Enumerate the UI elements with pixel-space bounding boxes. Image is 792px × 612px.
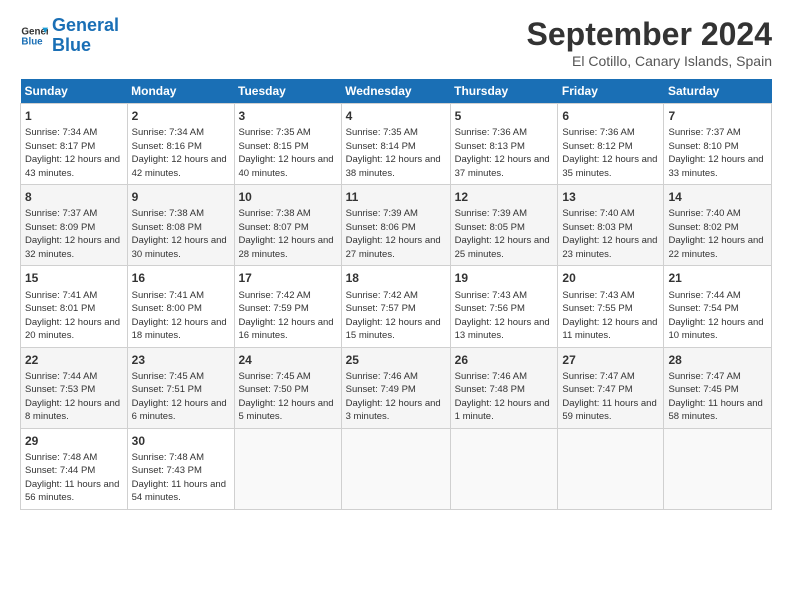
table-row: 6 Sunrise: 7:36 AMSunset: 8:12 PMDayligh… <box>558 104 664 185</box>
table-row: 9 Sunrise: 7:38 AMSunset: 8:08 PMDayligh… <box>127 185 234 266</box>
table-row: 12 Sunrise: 7:39 AMSunset: 8:05 PMDaylig… <box>450 185 558 266</box>
table-row <box>450 428 558 509</box>
table-row: 2 Sunrise: 7:34 AMSunset: 8:16 PMDayligh… <box>127 104 234 185</box>
table-row: 5 Sunrise: 7:36 AMSunset: 8:13 PMDayligh… <box>450 104 558 185</box>
header-friday: Friday <box>558 79 664 104</box>
header-saturday: Saturday <box>664 79 772 104</box>
table-row: 8 Sunrise: 7:37 AMSunset: 8:09 PMDayligh… <box>21 185 128 266</box>
table-row: 11 Sunrise: 7:39 AMSunset: 8:06 PMDaylig… <box>341 185 450 266</box>
calendar-table: Sunday Monday Tuesday Wednesday Thursday… <box>20 79 772 510</box>
table-row <box>664 428 772 509</box>
month-title: September 2024 <box>527 16 772 53</box>
table-row: 20 Sunrise: 7:43 AMSunset: 7:55 PMDaylig… <box>558 266 664 347</box>
header: General Blue GeneralBlue September 2024 … <box>20 16 772 69</box>
table-row: 7 Sunrise: 7:37 AMSunset: 8:10 PMDayligh… <box>664 104 772 185</box>
header-sunday: Sunday <box>21 79 128 104</box>
calendar-row-1: 1 Sunrise: 7:34 AMSunset: 8:17 PMDayligh… <box>21 104 772 185</box>
calendar-row-3: 15 Sunrise: 7:41 AMSunset: 8:01 PMDaylig… <box>21 266 772 347</box>
header-monday: Monday <box>127 79 234 104</box>
table-row <box>341 428 450 509</box>
header-tuesday: Tuesday <box>234 79 341 104</box>
table-row: 22 Sunrise: 7:44 AMSunset: 7:53 PMDaylig… <box>21 347 128 428</box>
table-row <box>234 428 341 509</box>
logo-icon: General Blue <box>20 22 48 50</box>
table-row: 17 Sunrise: 7:42 AMSunset: 7:59 PMDaylig… <box>234 266 341 347</box>
page: General Blue GeneralBlue September 2024 … <box>0 0 792 612</box>
table-row: 1 Sunrise: 7:34 AMSunset: 8:17 PMDayligh… <box>21 104 128 185</box>
table-row: 14 Sunrise: 7:40 AMSunset: 8:02 PMDaylig… <box>664 185 772 266</box>
table-row: 28 Sunrise: 7:47 AMSunset: 7:45 PMDaylig… <box>664 347 772 428</box>
table-row: 30 Sunrise: 7:48 AMSunset: 7:43 PMDaylig… <box>127 428 234 509</box>
table-row: 4 Sunrise: 7:35 AMSunset: 8:14 PMDayligh… <box>341 104 450 185</box>
svg-text:Blue: Blue <box>21 36 43 47</box>
header-wednesday: Wednesday <box>341 79 450 104</box>
calendar-row-2: 8 Sunrise: 7:37 AMSunset: 8:09 PMDayligh… <box>21 185 772 266</box>
table-row: 26 Sunrise: 7:46 AMSunset: 7:48 PMDaylig… <box>450 347 558 428</box>
calendar-row-5: 29 Sunrise: 7:48 AMSunset: 7:44 PMDaylig… <box>21 428 772 509</box>
table-row: 15 Sunrise: 7:41 AMSunset: 8:01 PMDaylig… <box>21 266 128 347</box>
title-block: September 2024 El Cotillo, Canary Island… <box>527 16 772 69</box>
table-row: 21 Sunrise: 7:44 AMSunset: 7:54 PMDaylig… <box>664 266 772 347</box>
table-row: 16 Sunrise: 7:41 AMSunset: 8:00 PMDaylig… <box>127 266 234 347</box>
table-row <box>558 428 664 509</box>
logo: General Blue GeneralBlue <box>20 16 119 56</box>
table-row: 25 Sunrise: 7:46 AMSunset: 7:49 PMDaylig… <box>341 347 450 428</box>
table-row: 10 Sunrise: 7:38 AMSunset: 8:07 PMDaylig… <box>234 185 341 266</box>
table-row: 29 Sunrise: 7:48 AMSunset: 7:44 PMDaylig… <box>21 428 128 509</box>
table-row: 27 Sunrise: 7:47 AMSunset: 7:47 PMDaylig… <box>558 347 664 428</box>
calendar-header-row: Sunday Monday Tuesday Wednesday Thursday… <box>21 79 772 104</box>
table-row: 23 Sunrise: 7:45 AMSunset: 7:51 PMDaylig… <box>127 347 234 428</box>
table-row: 19 Sunrise: 7:43 AMSunset: 7:56 PMDaylig… <box>450 266 558 347</box>
table-row: 13 Sunrise: 7:40 AMSunset: 8:03 PMDaylig… <box>558 185 664 266</box>
calendar-row-4: 22 Sunrise: 7:44 AMSunset: 7:53 PMDaylig… <box>21 347 772 428</box>
table-row: 18 Sunrise: 7:42 AMSunset: 7:57 PMDaylig… <box>341 266 450 347</box>
table-row: 3 Sunrise: 7:35 AMSunset: 8:15 PMDayligh… <box>234 104 341 185</box>
logo-text: GeneralBlue <box>52 16 119 56</box>
header-thursday: Thursday <box>450 79 558 104</box>
table-row: 24 Sunrise: 7:45 AMSunset: 7:50 PMDaylig… <box>234 347 341 428</box>
location: El Cotillo, Canary Islands, Spain <box>527 53 772 69</box>
